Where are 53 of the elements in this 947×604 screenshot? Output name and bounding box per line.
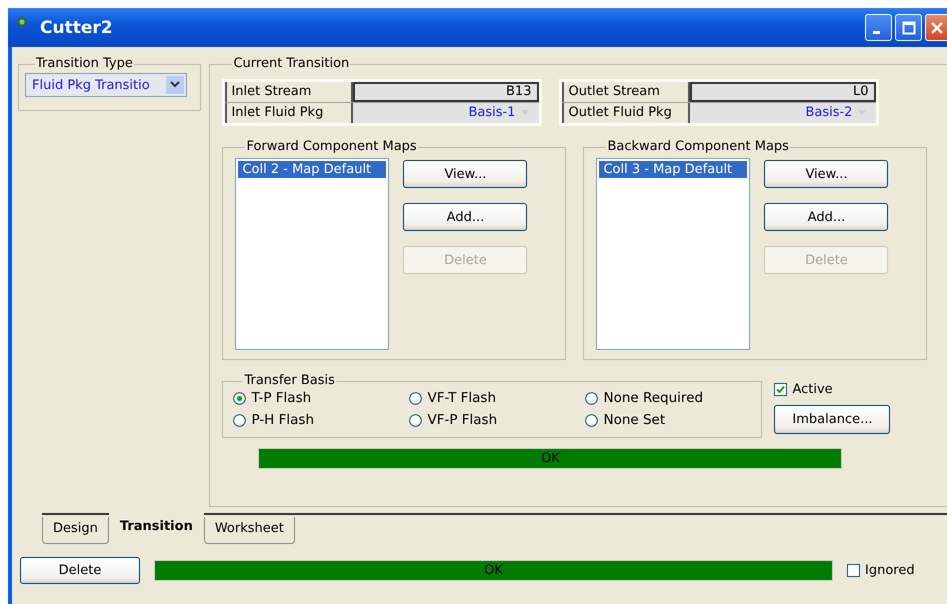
map-list[interactable]: Coll 3 - Map Default bbox=[596, 158, 750, 350]
map-button[interactable]: View... bbox=[764, 160, 888, 188]
radio-option[interactable]: T-P Flash bbox=[233, 390, 410, 406]
chevron-down-icon bbox=[170, 81, 180, 89]
checkbox-option[interactable]: Ignored bbox=[847, 563, 915, 578]
stream-field[interactable]: L0 bbox=[690, 82, 876, 102]
package-dropdown[interactable]: Basis-2 bbox=[690, 103, 876, 123]
window-title: Cutter2 bbox=[40, 18, 113, 38]
checkbox-icon[interactable] bbox=[774, 383, 788, 396]
maximize-icon bbox=[902, 20, 916, 34]
imbalance-button[interactable]: Imbalance... bbox=[774, 405, 890, 434]
map-button[interactable]: Add... bbox=[764, 203, 888, 231]
group-label: Backward Component Maps bbox=[606, 140, 790, 154]
row-label: Outlet Stream bbox=[562, 82, 690, 102]
group-label: Current Transition bbox=[232, 57, 350, 71]
radio-option[interactable]: P-H Flash bbox=[233, 412, 410, 428]
map-button[interactable]: Add... bbox=[403, 203, 528, 231]
diamond-icon bbox=[16, 16, 28, 28]
group-label: Transfer Basis bbox=[243, 374, 336, 388]
maximize-button[interactable] bbox=[895, 14, 922, 41]
radio-option[interactable]: None Required bbox=[585, 390, 736, 406]
stream-field[interactable]: B13 bbox=[353, 82, 540, 102]
status-bar: OK bbox=[154, 560, 833, 581]
radio-icon[interactable] bbox=[409, 392, 422, 404]
radio-option[interactable]: None Set bbox=[585, 412, 736, 428]
package-dropdown[interactable]: Basis-1 bbox=[353, 103, 540, 123]
group-label: Forward Component Maps bbox=[245, 140, 418, 154]
close-button[interactable] bbox=[925, 14, 947, 41]
radio-option[interactable]: VF-P Flash bbox=[409, 412, 586, 428]
map-list[interactable]: Coll 2 - Map Default bbox=[235, 158, 390, 350]
checkbox-option[interactable]: Active bbox=[774, 382, 890, 397]
minimize-button[interactable] bbox=[865, 14, 892, 41]
list-item[interactable]: Coll 3 - Map Default bbox=[599, 161, 748, 178]
group-label: Transition Type bbox=[35, 57, 134, 71]
map-button[interactable]: View... bbox=[403, 160, 528, 188]
radio-icon[interactable] bbox=[233, 392, 246, 404]
row-label: Outlet Fluid Pkg bbox=[562, 103, 690, 123]
radio-option[interactable]: VF-T Flash bbox=[409, 390, 586, 406]
row-label: Inlet Fluid Pkg bbox=[225, 103, 354, 123]
radio-icon[interactable] bbox=[233, 414, 246, 426]
list-item[interactable]: Coll 2 - Map Default bbox=[238, 161, 386, 178]
status-bar: OK bbox=[258, 448, 842, 469]
radio-icon[interactable] bbox=[585, 392, 598, 404]
dropdown-field[interactable]: Fluid Pkg Transitio bbox=[25, 73, 187, 97]
radio-icon[interactable] bbox=[585, 414, 598, 426]
checkbox-icon[interactable] bbox=[847, 564, 860, 577]
minimize-icon bbox=[872, 31, 880, 34]
row-label: Inlet Stream bbox=[225, 82, 354, 102]
close-icon bbox=[930, 20, 944, 34]
radio-icon[interactable] bbox=[409, 414, 422, 426]
delete-button[interactable]: Delete bbox=[20, 557, 140, 584]
tab[interactable]: Worksheet bbox=[204, 517, 295, 544]
tab[interactable]: Design bbox=[42, 517, 109, 544]
